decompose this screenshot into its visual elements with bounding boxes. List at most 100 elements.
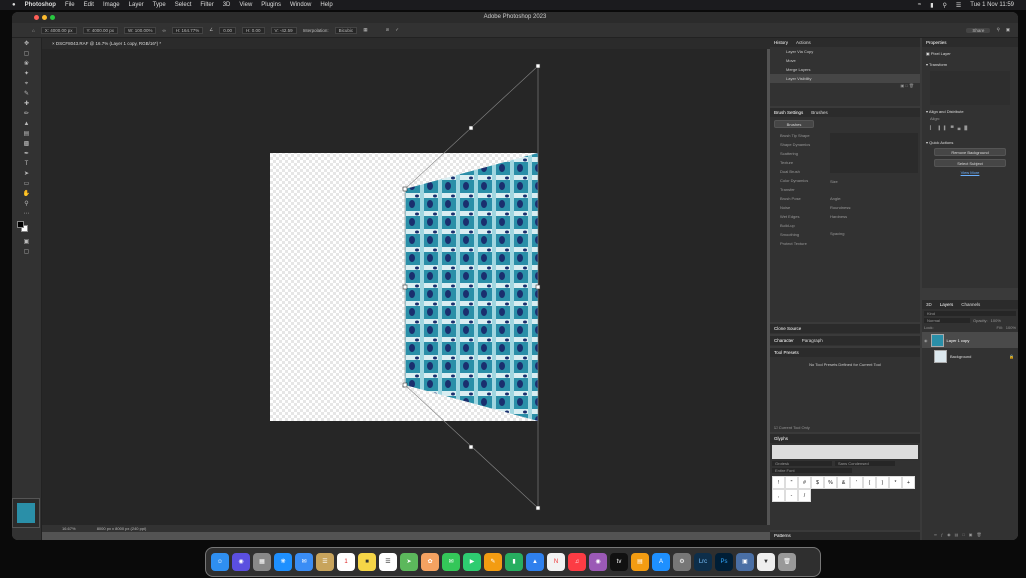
brush-tip-grid[interactable] (830, 133, 918, 173)
glyph-cell[interactable]: * (889, 476, 902, 489)
dock-safari-icon[interactable]: ❋ (274, 553, 292, 571)
view-more-link[interactable]: View More (922, 170, 1018, 175)
glyph-cell[interactable]: ) (876, 476, 889, 489)
cancel-transform-icon[interactable]: ⊘ (385, 27, 389, 33)
search-icon-ps[interactable]: ⚲ (996, 27, 999, 33)
layer-actions-icons[interactable]: ∞ƒ◉▤□▣🗑 (934, 532, 986, 537)
history-item-selected[interactable]: Layer Visibility (770, 74, 920, 83)
tab-brush-settings[interactable]: Brush Settings (774, 108, 803, 117)
eye-icon[interactable]: ◉ (924, 338, 928, 343)
crop-tool-icon[interactable]: ⌖ (23, 80, 31, 88)
dock-reminders-icon[interactable]: ☰ (379, 553, 397, 571)
transform-handle-mid-right[interactable] (535, 284, 541, 290)
dock-finder-icon[interactable]: ☺ (211, 553, 229, 571)
current-tool-only-checkbox[interactable]: ☑ Current Tool Only (774, 425, 810, 430)
tab-tool-presets[interactable]: Tool Presets (774, 348, 799, 357)
lasso-tool-icon[interactable]: ❀ (23, 60, 31, 68)
dock-trash-icon[interactable]: 🗑 (778, 553, 796, 571)
vskew-field[interactable]: V: -42.59 (270, 26, 297, 34)
tab-clone-source[interactable]: Clone Source (774, 324, 801, 333)
dock-launchpad-icon[interactable]: ▦ (253, 553, 271, 571)
dock-pages-icon[interactable]: ✎ (484, 553, 502, 571)
glyph-grid[interactable]: ! " # $% & '() * +, - / (770, 475, 920, 503)
dock-music-icon[interactable]: ♫ (568, 553, 586, 571)
glyph-cell[interactable]: ! (772, 476, 785, 489)
align-buttons[interactable]: ▎▐▌▀▄█ (922, 121, 1018, 134)
glyph-style-select[interactable]: Sans Condensed (835, 461, 895, 466)
menu-edit[interactable]: Edit (84, 2, 94, 8)
menu-type[interactable]: Type (153, 2, 166, 8)
tab-properties[interactable]: Properties (926, 38, 947, 47)
glyph-cell[interactable]: ( (863, 476, 876, 489)
eyedropper-tool-icon[interactable]: ✎ (23, 90, 31, 98)
shape-tool-icon[interactable]: ▭ (23, 180, 31, 188)
layer-row-selected[interactable]: ◉ Layer 1 copy (922, 332, 1018, 348)
glyph-font-select[interactable]: Grotesk (772, 461, 832, 466)
zoom-tool-icon[interactable]: ⚲ (23, 200, 31, 208)
dock-podcasts-icon[interactable]: ◉ (589, 553, 607, 571)
glyph-cell[interactable]: / (798, 489, 811, 502)
close-doc-icon[interactable]: × (52, 41, 55, 46)
brush-option[interactable]: Scattering (770, 149, 828, 158)
dock-maps-icon[interactable]: ➤ (400, 553, 418, 571)
transform-section[interactable]: ▾ Transform (922, 60, 1018, 69)
brush-option[interactable]: Transfer (770, 185, 828, 194)
transform-handle-top-right[interactable] (535, 63, 541, 69)
search-icon[interactable]: ⚲ (943, 2, 947, 9)
layer-row[interactable]: Background 🔒 (922, 348, 1018, 364)
gradient-tool-icon[interactable]: ▩ (23, 140, 31, 148)
brush-option[interactable]: Brush Pose (770, 194, 828, 203)
quick-actions-section[interactable]: ▾ Quick Actions (922, 134, 1018, 145)
tab-patterns[interactable]: Patterns (774, 532, 791, 540)
move-tool-icon[interactable]: ✥ (23, 40, 31, 48)
brush-option[interactable]: Dual Brush (770, 167, 828, 176)
share-button[interactable]: Share (966, 27, 991, 33)
align-section[interactable]: ▾ Align and Distribute (922, 107, 1018, 116)
glyph-cell[interactable]: ' (850, 476, 863, 489)
brush-option[interactable]: Brush Tip Shape (770, 131, 828, 140)
y-field[interactable]: Y: 4000.00 px (82, 26, 119, 34)
tab-layers[interactable]: Layers (940, 300, 954, 309)
stamp-tool-icon[interactable]: ▲ (23, 120, 31, 128)
menu-plugins[interactable]: Plugins (261, 2, 281, 8)
glyph-cell[interactable]: , (772, 489, 785, 502)
glyph-cell[interactable]: + (902, 476, 915, 489)
eraser-tool-icon[interactable]: ▤ (23, 130, 31, 138)
tab-glyphs[interactable]: Glyphs (774, 434, 788, 443)
menu-layer[interactable]: Layer (129, 2, 144, 8)
dock-tv-icon[interactable]: tv (610, 553, 628, 571)
recent-glyphs-row[interactable] (772, 445, 918, 459)
zoom-level[interactable]: 16.67% (62, 526, 76, 531)
history-actions-icons[interactable]: ▣ □ 🗑 (770, 83, 920, 88)
tab-brushes[interactable]: Brushes (811, 108, 828, 117)
more-tools-icon[interactable]: ⋯ (23, 210, 31, 218)
brush-option[interactable]: Wet Edges (770, 212, 828, 221)
dock-numbers-icon[interactable]: ▮ (505, 553, 523, 571)
dock-news-icon[interactable]: N (547, 553, 565, 571)
hskew-field[interactable]: H: 0.00 (242, 26, 265, 34)
home-icon[interactable]: ⌂ (32, 28, 35, 33)
brush-option[interactable]: Build-up (770, 221, 828, 230)
canvas-area[interactable] (42, 49, 767, 525)
menu-file[interactable]: File (65, 2, 75, 8)
menu-view[interactable]: View (239, 2, 252, 8)
interpolation-select[interactable]: Bicubic (334, 26, 358, 34)
dock-downloads-icon[interactable]: ▼ (757, 553, 775, 571)
remove-background-button[interactable]: Remove Background (934, 148, 1006, 156)
glyph-cell[interactable]: & (837, 476, 850, 489)
history-item[interactable]: Move (770, 56, 920, 65)
dock-books-icon[interactable]: ▤ (631, 553, 649, 571)
wifi-icon[interactable]: ≈ (918, 2, 921, 8)
tab-3d[interactable]: 3D (926, 300, 932, 309)
dock-app-store-icon[interactable]: A (652, 553, 670, 571)
control-center-icon[interactable]: ☰ (956, 2, 961, 9)
color-swatches[interactable] (12, 220, 41, 236)
dock-stickies-icon[interactable]: ■ (358, 553, 376, 571)
transform-handle-bottom-right[interactable] (535, 505, 541, 511)
menu-select[interactable]: Select (175, 2, 192, 8)
link-icon[interactable]: ∞ (162, 28, 165, 33)
tab-channels[interactable]: Channels (961, 300, 980, 309)
blend-mode-select[interactable]: Normal (924, 318, 970, 323)
dock-calendar-icon[interactable]: 1 (337, 553, 355, 571)
fill-value[interactable]: 100% (1006, 325, 1016, 330)
